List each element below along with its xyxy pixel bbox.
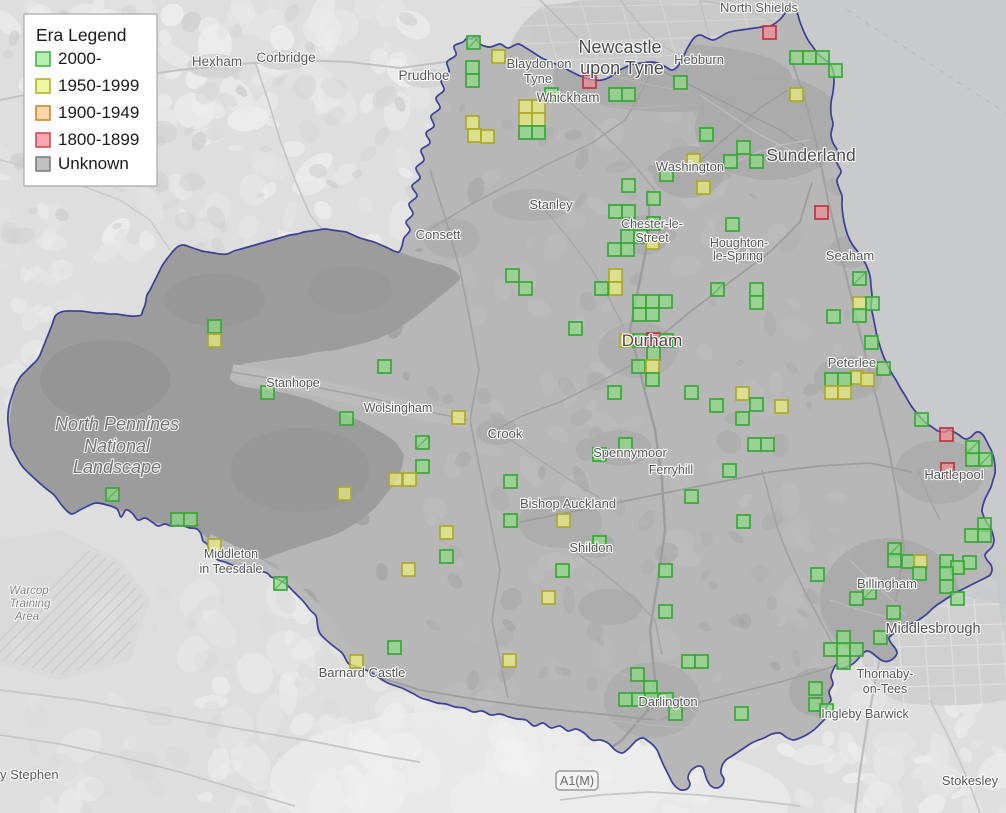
svg-text:North Pennines: North Pennines [55, 414, 179, 434]
svg-text:upon Tyne: upon Tyne [580, 58, 664, 78]
svg-text:2000-: 2000- [58, 49, 101, 68]
svg-text:Whickham: Whickham [536, 90, 599, 105]
svg-text:Barnard Castle: Barnard Castle [319, 665, 406, 680]
svg-text:y Stephen: y Stephen [0, 767, 59, 782]
svg-text:on-Tees: on-Tees [863, 682, 907, 696]
svg-text:Peterlee: Peterlee [828, 355, 876, 370]
svg-text:North Shields: North Shields [720, 0, 799, 15]
svg-text:Billingham: Billingham [857, 576, 917, 591]
svg-text:Middlesbrough: Middlesbrough [885, 621, 980, 637]
svg-text:Houghton-: Houghton- [710, 236, 768, 250]
svg-text:Corbridge: Corbridge [256, 50, 315, 65]
svg-text:Washington: Washington [656, 159, 724, 174]
svg-text:Stanhope: Stanhope [266, 376, 320, 390]
svg-text:Chester-le-: Chester-le- [621, 217, 683, 231]
svg-text:1950-1999: 1950-1999 [58, 76, 139, 95]
svg-text:Ferryhill: Ferryhill [649, 463, 693, 477]
svg-text:Bishop Auckland: Bishop Auckland [520, 496, 616, 511]
svg-text:Thornaby-: Thornaby- [857, 667, 914, 681]
svg-text:A1(M): A1(M) [560, 774, 594, 788]
svg-text:Consett: Consett [416, 227, 461, 242]
svg-text:Area: Area [14, 611, 39, 623]
svg-text:Warcop: Warcop [9, 585, 49, 597]
svg-text:1900-1949: 1900-1949 [58, 103, 139, 122]
svg-text:in Teesdale: in Teesdale [199, 562, 262, 576]
svg-text:Hartlepool: Hartlepool [924, 467, 983, 482]
svg-text:Hexham: Hexham [192, 54, 242, 69]
svg-text:Street: Street [635, 231, 669, 245]
svg-text:Landscape: Landscape [73, 457, 161, 477]
svg-text:Unknown: Unknown [58, 154, 129, 173]
svg-text:Crook: Crook [488, 426, 523, 441]
svg-text:Tyne: Tyne [524, 71, 552, 86]
svg-text:Durham: Durham [622, 331, 682, 350]
svg-text:Shildon: Shildon [569, 540, 612, 555]
svg-text:Middleton: Middleton [204, 547, 258, 561]
svg-text:Stokesley: Stokesley [942, 773, 999, 788]
svg-text:Stanley: Stanley [529, 197, 573, 212]
svg-text:Era Legend: Era Legend [36, 25, 127, 45]
svg-text:National: National [84, 436, 151, 456]
svg-text:Darlington: Darlington [638, 694, 697, 709]
svg-text:Blaydon on: Blaydon on [506, 56, 571, 71]
svg-text:le-Spring: le-Spring [713, 249, 763, 263]
svg-text:Ingleby Barwick: Ingleby Barwick [821, 707, 909, 721]
svg-text:Newcastle: Newcastle [578, 37, 661, 57]
svg-text:Training: Training [10, 598, 51, 610]
svg-text:Spennymoor: Spennymoor [593, 445, 667, 460]
svg-text:Prudhoe: Prudhoe [398, 68, 449, 83]
svg-text:Wolsingham: Wolsingham [364, 401, 433, 415]
svg-text:1800-1899: 1800-1899 [58, 130, 139, 149]
svg-text:Hebburn: Hebburn [674, 52, 724, 67]
svg-text:Seaham: Seaham [826, 248, 874, 263]
svg-text:Sunderland: Sunderland [766, 145, 856, 165]
